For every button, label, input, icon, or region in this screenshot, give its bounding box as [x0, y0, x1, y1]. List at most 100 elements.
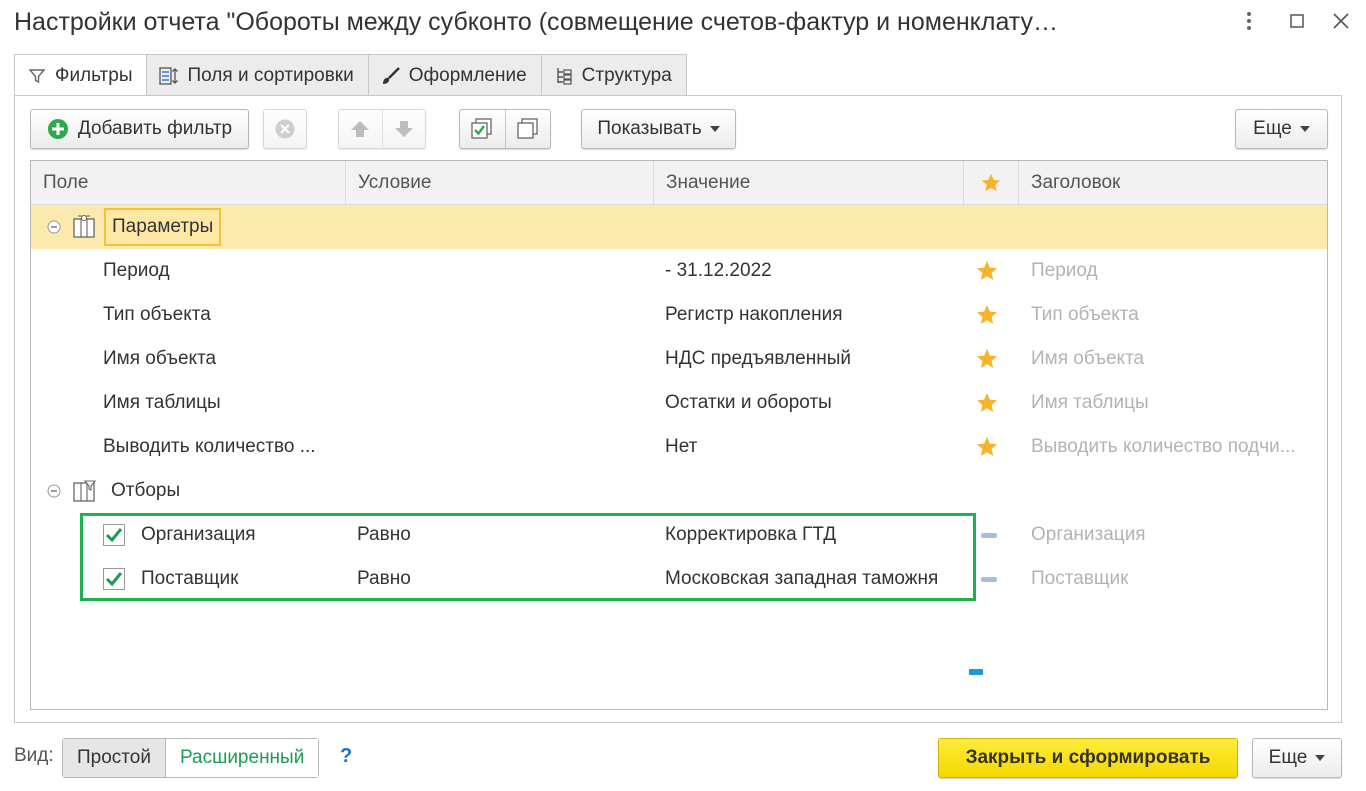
group-label: Параметры	[104, 208, 222, 246]
quick-access-dash-icon[interactable]	[981, 533, 997, 538]
table-header: Поле Условие Значение Заголовок	[31, 161, 1327, 205]
uncheck-all-icon[interactable]	[505, 118, 550, 140]
check-buttons	[459, 109, 551, 149]
close-and-build-button[interactable]: Закрыть и сформировать	[938, 738, 1238, 778]
column-header-value[interactable]: Значение	[654, 161, 964, 205]
tab-label: Фильтры	[55, 65, 133, 86]
quick-access-dash-icon[interactable]	[981, 577, 997, 582]
tab-label: Оформление	[408, 64, 527, 86]
tab-label: Поля и сортировки	[187, 64, 354, 86]
value-cell[interactable]: Московская западная таможня	[665, 557, 965, 601]
table-row[interactable]: Поставщик Равно Московская западная тамо…	[31, 557, 1327, 601]
column-header-star[interactable]	[964, 161, 1019, 205]
group-label: Отборы	[111, 480, 181, 501]
value-cell[interactable]: Нет	[665, 425, 965, 469]
checkbox-checked[interactable]	[103, 568, 125, 590]
chevron-down-icon	[1315, 755, 1326, 761]
parameters-group-icon	[71, 214, 97, 240]
column-header-title[interactable]: Заголовок	[1019, 161, 1314, 205]
checkmark-icon	[105, 528, 123, 543]
field-cell: Период	[103, 260, 170, 281]
checkbox-checked[interactable]	[103, 524, 125, 546]
delete-icon	[274, 118, 296, 140]
chevron-down-icon	[709, 126, 720, 132]
brush-icon	[381, 66, 401, 86]
selections-group-icon	[71, 478, 97, 504]
condition-cell[interactable]: Равно	[357, 513, 647, 557]
view-mode-switch: Простой Расширенный	[62, 738, 320, 778]
add-filter-label: Добавить фильтр	[77, 118, 233, 139]
title-cell[interactable]: Имя таблицы	[1031, 381, 1316, 425]
maximize-icon[interactable]	[1282, 8, 1312, 34]
table-row[interactable]: Имя объекта НДС предъявленный Имя объект…	[31, 337, 1327, 381]
show-dropdown-button[interactable]: Показывать	[581, 109, 736, 149]
delete-button[interactable]	[263, 109, 307, 149]
more-label: Еще	[1268, 747, 1308, 768]
fields-sort-icon	[159, 66, 179, 86]
column-header-condition[interactable]: Условие	[346, 161, 654, 205]
title-cell[interactable]: Организация	[1031, 513, 1316, 557]
view-label: Вид:	[14, 745, 54, 766]
title-cell[interactable]: Выводить количество подчи...	[1031, 425, 1316, 469]
star-icon[interactable]	[975, 303, 999, 327]
field-cell: Имя объекта	[103, 348, 217, 369]
blue-marker	[969, 669, 983, 675]
field-cell: Организация	[141, 524, 256, 545]
value-cell[interactable]: НДС предъявленный	[665, 337, 965, 381]
window-titlebar: Настройки отчета "Обороты между субконто…	[0, 0, 1366, 50]
field-cell: Поставщик	[141, 568, 239, 589]
title-cell[interactable]: Тип объекта	[1031, 293, 1316, 337]
tab-appearance[interactable]: Оформление	[367, 54, 542, 96]
check-all-icon[interactable]	[460, 118, 505, 140]
vertical-dots-icon[interactable]	[1234, 8, 1264, 34]
tab-bar: Фильтры Поля и сортировки Оформление Стр…	[14, 54, 687, 97]
add-circle-icon	[47, 118, 69, 140]
table-row[interactable]: Выводить количество ... Нет Выводить кол…	[31, 425, 1327, 469]
arrow-up-icon[interactable]	[339, 119, 382, 139]
view-extended-button[interactable]: Расширенный	[165, 739, 319, 777]
footer-more-button[interactable]: Еще	[1252, 738, 1342, 778]
field-cell: Тип объекта	[103, 304, 211, 325]
value-cell[interactable]: Регистр накопления	[665, 293, 965, 337]
more-button[interactable]: Еще	[1235, 109, 1328, 149]
help-link[interactable]: ?	[340, 745, 352, 768]
field-cell: Имя таблицы	[103, 392, 221, 413]
title-cell[interactable]: Поставщик	[1031, 557, 1316, 601]
close-icon[interactable]	[1326, 8, 1356, 34]
star-icon[interactable]	[975, 347, 999, 371]
group-row-parameters[interactable]: Параметры	[31, 205, 1327, 249]
value-cell[interactable]: Остатки и обороты	[665, 381, 965, 425]
tab-fields-sorting[interactable]: Поля и сортировки	[146, 54, 369, 96]
table-row[interactable]: Имя таблицы Остатки и обороты Имя таблиц…	[31, 381, 1327, 425]
view-simple-button[interactable]: Простой	[63, 739, 166, 777]
add-filter-button[interactable]: Добавить фильтр	[30, 109, 249, 149]
arrow-down-icon[interactable]	[382, 119, 425, 139]
move-buttons	[338, 109, 426, 149]
collapse-icon[interactable]	[47, 484, 61, 498]
group-row-selections[interactable]: Отборы	[31, 469, 1327, 513]
table-row[interactable]: Период - 31.12.2022 Период	[31, 249, 1327, 293]
table-row[interactable]: Тип объекта Регистр накопления Тип объек…	[31, 293, 1327, 337]
window-title: Настройки отчета "Обороты между субконто…	[14, 8, 1059, 36]
table-row[interactable]: Организация Равно Корректировка ГТД Орга…	[31, 513, 1327, 557]
more-label: Еще	[1253, 118, 1292, 139]
star-icon[interactable]	[975, 435, 999, 459]
show-label: Показывать	[597, 118, 702, 139]
value-cell[interactable]: - 31.12.2022	[665, 249, 965, 293]
collapse-icon[interactable]	[47, 220, 61, 234]
star-icon[interactable]	[975, 259, 999, 283]
filter-icon	[27, 66, 47, 86]
chevron-down-icon	[1299, 126, 1310, 132]
filters-panel: Добавить фильтр Показывать Еще Поле Усло…	[14, 95, 1342, 723]
tab-structure[interactable]: Структура	[540, 54, 687, 96]
tab-filters[interactable]: Фильтры	[14, 54, 148, 97]
filters-table: Поле Условие Значение Заголовок Параметр…	[30, 160, 1328, 710]
title-cell[interactable]: Период	[1031, 249, 1316, 293]
column-header-field[interactable]: Поле	[31, 161, 346, 205]
value-cell[interactable]: Корректировка ГТД	[665, 513, 965, 557]
field-cell: Выводить количество ...	[103, 436, 316, 457]
checkmark-icon	[105, 572, 123, 587]
star-icon[interactable]	[975, 391, 999, 415]
condition-cell[interactable]: Равно	[357, 557, 647, 601]
title-cell[interactable]: Имя объекта	[1031, 337, 1316, 381]
